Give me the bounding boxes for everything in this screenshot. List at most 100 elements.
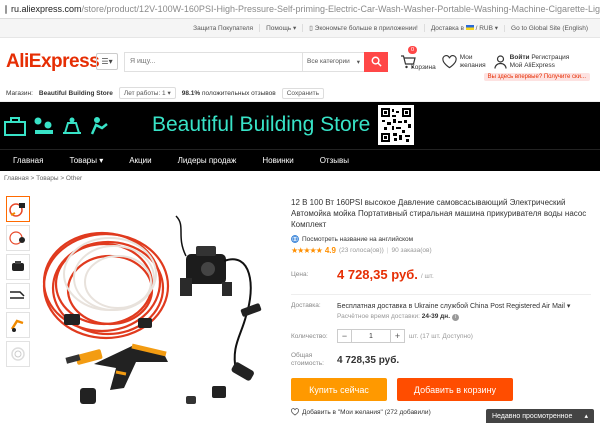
- action-buttons: Купить сейчас Добавить в корзину: [291, 378, 591, 401]
- store-label: Магазин:: [6, 89, 33, 97]
- nav-home[interactable]: Главная: [13, 156, 43, 165]
- qr-code-image: [378, 105, 414, 145]
- workbench-icon: [63, 117, 81, 134]
- login-link[interactable]: Войти: [510, 54, 530, 61]
- chevron-down-icon: ▾: [566, 303, 571, 310]
- top-utility-bar: Защита Покупателя Помощь ▾ ▯ Экономьте б…: [0, 19, 600, 38]
- rating-row: ★★★★★ 4.9 (23 голоса(ов)) | 90 заказа(ов…: [291, 246, 432, 255]
- quantity-decrease-button[interactable]: −: [338, 330, 351, 342]
- breadcrumb[interactable]: Главная > Товары > Other: [0, 171, 600, 186]
- add-to-cart-button[interactable]: Добавить в корзину: [397, 378, 513, 401]
- quantity-stepper: − 1 +: [337, 329, 405, 343]
- price-row: Цена: 4 728,35 руб. / шт.: [291, 267, 591, 282]
- store-nav: Главная Товары ▾ Акции Лидеры продаж Нов…: [0, 149, 600, 171]
- delivery-time-value: 24-39 дн.: [421, 313, 451, 320]
- quantity-row: Количество: − 1 + шт. (17 шт. Доступно): [291, 329, 591, 343]
- thumbnail-4[interactable]: [6, 283, 30, 309]
- nav-products[interactable]: Товары ▾: [69, 156, 103, 165]
- menu-icon: ☰▾: [101, 57, 113, 66]
- rating-value: 4.9: [324, 246, 336, 255]
- quantity-increase-button[interactable]: +: [391, 330, 404, 342]
- search-button[interactable]: [364, 51, 388, 72]
- register-link[interactable]: Регистрация: [531, 54, 569, 61]
- heart-icon: [442, 54, 457, 68]
- heart-icon: [291, 408, 299, 416]
- chevron-up-icon: ▴: [584, 413, 588, 420]
- url-path: /store/product/12V-100W-160PSI-High-Pres…: [81, 4, 600, 14]
- site-header: AliExpress ☰▾ Все категории▾ 0 Корзина М…: [0, 38, 600, 85]
- reviews-link[interactable]: (23 голоса(ов)): [339, 247, 384, 254]
- delivery-time-label: Расчётное время доставки:: [337, 313, 420, 320]
- thumbnail-6[interactable]: [6, 341, 30, 367]
- help-link[interactable]: Помощь ▾: [259, 24, 302, 32]
- chevron-down-icon: ▾: [356, 58, 360, 66]
- thumbnail-2[interactable]: [6, 225, 30, 251]
- product-title: 12 В 100 Вт 160PSI высокое Давление само…: [291, 198, 587, 229]
- thumbnail-5[interactable]: [6, 312, 30, 338]
- translate-title-link[interactable]: Посмотреть название на английском: [291, 235, 591, 243]
- nav-sales[interactable]: Акции: [129, 156, 151, 165]
- account-link[interactable]: Войти Регистрация Мой AliExpress: [494, 54, 569, 69]
- price-unit: / шт.: [420, 273, 434, 280]
- cart-count-badge: 0: [408, 45, 418, 54]
- store-years-dropdown[interactable]: Лет работы: 1 ▾: [118, 87, 176, 99]
- feedback-label: положительных отзывов: [202, 89, 276, 97]
- gun-thumb-icon: [10, 319, 24, 332]
- globe-icon: [291, 235, 299, 243]
- global-site-link[interactable]: Go to Global Site (English): [504, 24, 594, 32]
- nav-new-arrivals[interactable]: Новинки: [262, 156, 293, 165]
- worker-icon: [90, 117, 108, 135]
- search-category-select[interactable]: Все категории ▾: [302, 52, 364, 71]
- thumbnail-3[interactable]: [6, 254, 30, 280]
- delivery-selector[interactable]: Доставка в / RUB ▾: [423, 24, 504, 32]
- total-label: Общая: [291, 352, 313, 359]
- new-user-promo[interactable]: Вы здесь впервые? Получите ски...: [483, 73, 590, 81]
- app-link[interactable]: ▯ Экономьте больше в приложении!: [302, 24, 424, 32]
- search-input[interactable]: [125, 52, 302, 71]
- recently-viewed-tab[interactable]: Недавно просмотренное ▴: [486, 409, 594, 423]
- user-icon: [494, 54, 507, 69]
- page-icon: [5, 4, 7, 14]
- category-menu-button[interactable]: ☰▾: [96, 53, 118, 70]
- quantity-available: шт. (17 шт. Доступно): [409, 332, 473, 340]
- save-store-button[interactable]: Сохранить: [281, 87, 325, 99]
- cart-label: Корзина: [411, 63, 436, 71]
- price-label: Цена:: [291, 271, 309, 278]
- nav-feedback[interactable]: Отзывы: [320, 156, 349, 165]
- search-box: Все категории▾: [124, 51, 388, 72]
- thumbnail-list: [6, 196, 30, 370]
- car-washer-kit-illustration: [42, 215, 262, 404]
- buyer-protection-link[interactable]: Защита Покупателя: [187, 25, 259, 32]
- wishlist-link[interactable]: Мои желания: [442, 54, 486, 69]
- url-domain: ru.aliexpress.com: [11, 4, 82, 14]
- banner-store-title: Beautiful Building Store: [152, 113, 371, 136]
- star-rating-icon: ★★★★★: [291, 246, 323, 255]
- qr-code-icon: [380, 107, 412, 143]
- address-bar[interactable]: ru.aliexpress.com/store/product/12V-100W…: [0, 0, 600, 19]
- thumbnail-1[interactable]: [6, 196, 30, 222]
- pump-thumb-icon: [12, 261, 24, 271]
- price-value: 4 728,35 руб.: [337, 267, 418, 282]
- hose-thumb-icon: [9, 231, 25, 245]
- feedback-percent: 98.1%: [181, 89, 201, 97]
- orders-count: 90 заказа(ов): [391, 247, 432, 254]
- store-info-bar: Магазин: Beautiful Building Store Лет ра…: [0, 85, 600, 102]
- info-icon: i: [451, 314, 459, 321]
- store-name-link[interactable]: Beautiful Building Store: [39, 90, 113, 97]
- coil-thumb-icon: [11, 347, 25, 361]
- aliexpress-logo[interactable]: AliExpress: [6, 51, 100, 73]
- delivery-text[interactable]: Бесплатная доставка в Ukraine службой Ch…: [337, 302, 570, 310]
- my-aliexpress-link[interactable]: Мой AliExpress: [510, 62, 555, 69]
- washer-thumb-icon: [9, 203, 25, 217]
- product-main-image[interactable]: [36, 196, 278, 420]
- nav-top-selling[interactable]: Лидеры продаж: [178, 156, 237, 165]
- quantity-input[interactable]: 1: [351, 330, 391, 342]
- cart-link[interactable]: 0 Корзина: [400, 45, 436, 71]
- product-info-panel: 12 В 100 Вт 160PSI высокое Давление само…: [291, 197, 591, 416]
- tools-icon: [34, 117, 53, 134]
- delivery-label: Доставка:: [291, 302, 321, 309]
- total-row: Общая стоимость: 4 728,35 руб.: [291, 352, 400, 367]
- delivery-row: Доставка: Бесплатная доставка в Ukraine …: [291, 302, 591, 321]
- toolbox-icon: [4, 117, 26, 136]
- buy-now-button[interactable]: Купить сейчас: [291, 378, 387, 401]
